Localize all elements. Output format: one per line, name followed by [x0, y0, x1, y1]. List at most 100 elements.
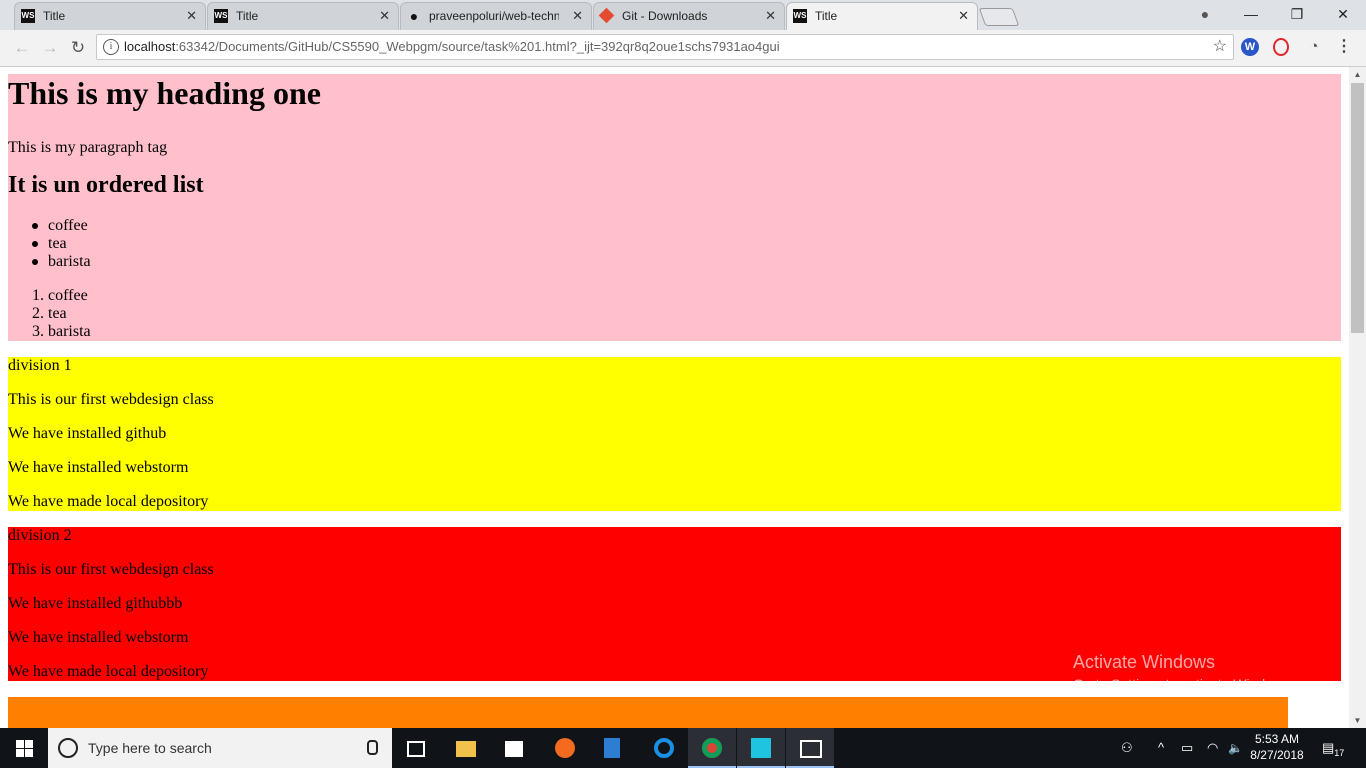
profile-icon[interactable]: ●	[1182, 0, 1228, 30]
close-tab-icon[interactable]: ✕	[186, 3, 197, 29]
page-viewport: This is my heading one This is my paragr…	[0, 67, 1349, 728]
webstorm-icon: WS	[21, 9, 35, 23]
close-tab-icon[interactable]: ✕	[958, 3, 969, 29]
wifi-icon[interactable]: ◠	[1207, 728, 1218, 768]
division-1: division 1 This is our first webdesign c…	[8, 357, 1341, 511]
info-icon[interactable]: i	[103, 39, 119, 55]
cortana-icon	[58, 738, 78, 758]
clock[interactable]: 5:53 AM 8/27/2018	[1246, 731, 1308, 763]
scroll-up-icon[interactable]: ▲	[1349, 70, 1366, 79]
windows-taskbar: Type here to search ⚇ ^ ▭ ◠ 🔈 5:53 AM 8/…	[0, 728, 1366, 768]
file-explorer-icon[interactable]	[442, 728, 490, 768]
list-item-text: barista	[48, 323, 91, 340]
volume-icon[interactable]: 🔈	[1228, 728, 1243, 768]
task-view-icon[interactable]	[392, 728, 440, 768]
division-line: We have made local depository	[8, 663, 209, 680]
tab-5-active[interactable]: WS Title ✕	[786, 2, 978, 30]
webstorm-icon: WS	[214, 9, 228, 23]
store-icon[interactable]	[491, 728, 539, 768]
url-text[interactable]: localhost:63342/Documents/GitHub/CS5590_…	[124, 35, 780, 59]
close-window-button[interactable]: ✕	[1320, 0, 1366, 30]
firefox-icon[interactable]	[541, 728, 589, 768]
division-line: We have made local depository	[8, 493, 209, 510]
bookmark-star-icon[interactable]: ☆	[1213, 35, 1227, 59]
webstorm-icon: WS	[793, 9, 807, 23]
tab-4[interactable]: Git - Downloads ✕	[593, 2, 785, 30]
webstorm-icon[interactable]	[737, 728, 785, 768]
clock-time: 5:53 AM	[1254, 732, 1300, 746]
list-heading: It is un ordered list	[8, 172, 204, 198]
bullet-icon	[32, 223, 38, 229]
ordered-item: 3. barista	[32, 323, 91, 341]
tab-1[interactable]: WS Title ✕	[14, 2, 206, 30]
people-icon[interactable]: ⚇	[1121, 728, 1133, 768]
tab-strip: WS Title ✕ WS Title ✕ ● praveenpoluri/we…	[0, 0, 1366, 30]
speed-icon[interactable]: ◔	[1305, 38, 1323, 56]
start-button[interactable]	[0, 728, 48, 768]
search-placeholder: Type here to search	[88, 740, 212, 756]
windows-logo-icon	[16, 740, 24, 748]
close-tab-icon[interactable]: ✕	[572, 3, 583, 29]
bullet-icon	[32, 259, 38, 265]
git-icon	[598, 7, 615, 24]
list-item-text: coffee	[48, 217, 88, 234]
image-viewer-icon[interactable]	[786, 728, 834, 768]
paragraph: This is my paragraph tag	[8, 139, 168, 156]
taskbar-search[interactable]: Type here to search	[48, 728, 392, 768]
browser-toolbar: ← → ↻ i localhost:63342/Documents/GitHub…	[0, 30, 1366, 67]
opera-icon[interactable]	[1273, 38, 1289, 56]
address-bar[interactable]: i localhost:63342/Documents/GitHub/CS559…	[96, 34, 1234, 60]
division-line: This is our first webdesign class	[8, 561, 214, 578]
action-center-icon[interactable]: ▤17	[1322, 728, 1344, 769]
tab-title: Title	[43, 9, 66, 23]
minimize-button[interactable]: —	[1228, 0, 1274, 30]
ordered-item: 2. tea	[32, 305, 67, 323]
tab-title: Git - Downloads	[622, 9, 708, 23]
battery-icon[interactable]: ▭	[1181, 728, 1193, 768]
url-path: :63342/Documents/GitHub/CS5590_Webpgm/so…	[175, 39, 780, 54]
back-button[interactable]: ←	[10, 36, 34, 60]
chrome-icon[interactable]	[688, 728, 736, 768]
menu-icon[interactable]: ⋮	[1335, 38, 1353, 56]
close-tab-icon[interactable]: ✕	[765, 3, 776, 29]
close-tab-icon[interactable]: ✕	[379, 3, 390, 29]
url-host: localhost	[124, 39, 176, 54]
tab-2[interactable]: WS Title ✕	[207, 2, 399, 30]
vertical-scrollbar[interactable]: ▲ ▼	[1349, 67, 1366, 728]
windows-logo-icon	[16, 749, 24, 757]
pink-section: This is my heading one This is my paragr…	[8, 74, 1341, 341]
scrollbar-thumb[interactable]	[1351, 83, 1364, 333]
forward-button[interactable]: →	[38, 36, 62, 60]
photos-icon[interactable]	[590, 728, 638, 768]
tab-title: Title	[815, 9, 838, 23]
ordered-item: 1. coffee	[32, 287, 88, 305]
watermark-subtitle: Go to Settings to activate Windows.	[1073, 676, 1294, 692]
scroll-down-icon[interactable]: ▼	[1349, 716, 1366, 725]
division-line: We have installed githubbb	[8, 595, 183, 612]
edge-icon[interactable]	[640, 728, 688, 768]
heading-one: This is my heading one	[8, 75, 321, 111]
item-number: 3.	[32, 323, 44, 340]
watermark-title: Activate Windows	[1073, 652, 1216, 672]
list-item-text: tea	[48, 235, 67, 252]
item-number: 1.	[32, 287, 44, 304]
division-line: This is our first webdesign class	[8, 391, 214, 408]
division-line: We have installed webstorm	[8, 459, 189, 476]
w-extension-icon[interactable]: W	[1241, 38, 1259, 56]
list-item-text: coffee	[48, 287, 88, 304]
windows-logo-icon	[25, 749, 33, 757]
restore-button[interactable]: ❐	[1274, 0, 1320, 30]
tab-title: Title	[236, 9, 259, 23]
tab-3[interactable]: ● praveenpoluri/web-techn ✕	[400, 2, 592, 30]
new-tab-button[interactable]	[978, 8, 1020, 26]
list-item: barista	[32, 253, 91, 271]
microphone-icon[interactable]	[367, 740, 378, 755]
reload-button[interactable]: ↻	[66, 36, 90, 60]
list-item: tea	[32, 235, 67, 253]
list-item: coffee	[32, 217, 88, 235]
windows-logo-icon	[25, 740, 33, 748]
list-item-text: barista	[48, 253, 91, 270]
division-line: We have installed webstorm	[8, 629, 189, 646]
division-title: division 2	[8, 527, 72, 544]
show-hidden-icons-icon[interactable]: ^	[1158, 728, 1164, 768]
